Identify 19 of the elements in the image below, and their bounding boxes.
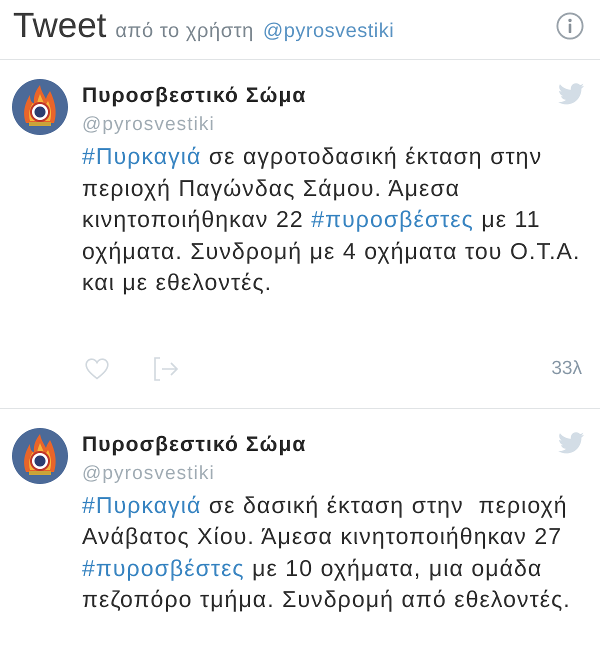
info-icon[interactable] (556, 12, 584, 40)
subtitle-text: από το χρήστη (115, 20, 254, 42)
user-handle-link[interactable]: @pyrosvestiki (262, 20, 394, 42)
timestamp-link[interactable]: 33λ (551, 358, 582, 380)
flame-emblem-icon[interactable] (12, 79, 68, 135)
hashtag-link[interactable]: #Πυρκαγιά (82, 492, 202, 518)
bird-icon (558, 83, 584, 105)
account-handle: @pyrosvestiki (82, 114, 215, 136)
hashtag-link[interactable]: #πυροσβέστες (82, 554, 245, 580)
hashtag-link[interactable]: #Πυρκαγιά (82, 143, 202, 169)
account-handle: @pyrosvestiki (82, 462, 215, 484)
page-title: Tweet (13, 6, 106, 46)
tweet-text: #Πυρκαγιά σε αγροτοδασική έκταση στην περιοχή Παγώνδας Σάμου. Άμεσα κινητοποιήθηκαν 22 #πυροσβέστες με 11 οχήματα. Συνδρομή με 4 οχήματα του Ο.Τ.Α. και με εθελοντές. (82, 142, 582, 297)
tweet-text: #Πυρκαγιά σε δασική έκταση στην περιοχή Ανάβατος Χίου. Άμεσα κινητοποιήθηκαν 27 #πυροσβέστες με 10 οχήματα, μια ομάδα πεζοπόρο τμήμα. Συνδρομή από εθελοντές. (82, 490, 572, 614)
account-name[interactable]: Πυροσβεστικό Σώμα (82, 83, 306, 109)
hashtag-link[interactable]: #πυροσβέστες (311, 206, 474, 232)
account-name[interactable]: Πυροσβεστικό Σώμα (82, 432, 306, 458)
flame-emblem-icon[interactable] (12, 428, 68, 484)
bird-icon (558, 432, 584, 454)
